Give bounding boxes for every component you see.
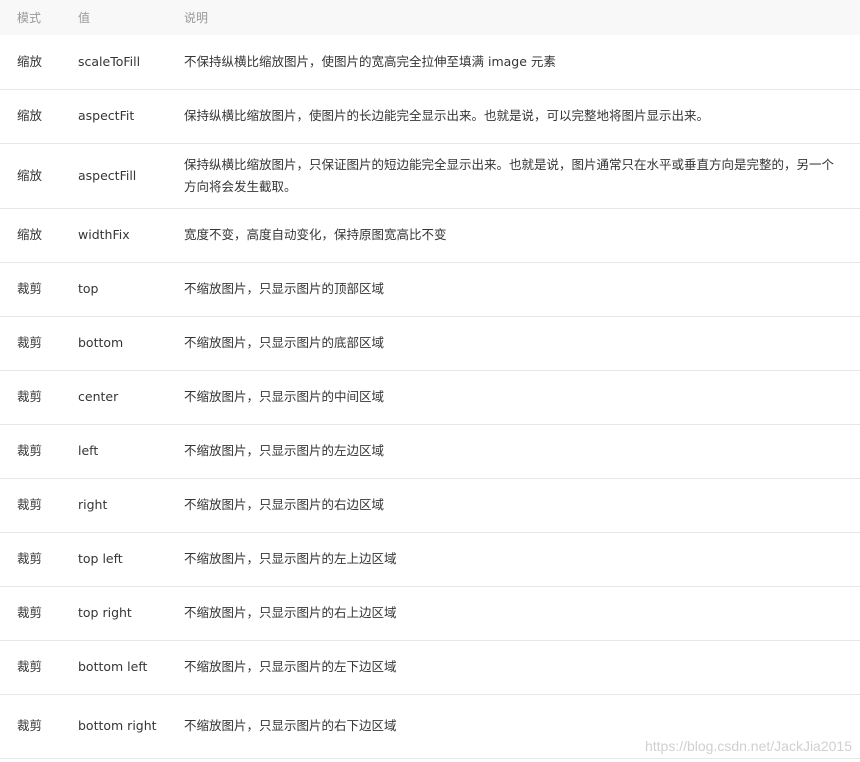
table-row: 缩放 scaleToFill 不保持纵横比缩放图片，使图片的宽高完全拉伸至填满 … [0,35,860,89]
cell-value: bottom [78,335,124,350]
cell-mode: 缩放 [17,53,43,69]
table-row: 缩放 widthFix 宽度不变，高度自动变化，保持原图宽高比不变 [0,208,860,262]
cell-value: scaleToFill [78,53,141,69]
cell-mode: 裁剪 [17,605,43,620]
cell-mode: 裁剪 [17,443,43,458]
cell-value: aspectFit [78,108,135,123]
cell-description: 不缩放图片，只显示图片的左上边区域 [184,551,397,566]
table-row: 裁剪 left 不缩放图片，只显示图片的左边区域 [0,424,860,478]
header-description: 说明 [184,11,209,25]
header-row: 模式 值 说明 [0,0,860,35]
table-row: 缩放 aspectFill 保持纵横比缩放图片，只保证图片的短边能完全显示出来。… [0,143,860,208]
cell-mode: 裁剪 [17,551,43,566]
watermark-text: https://blog.csdn.net/JackJia2015 [644,738,852,754]
cell-value: widthFix [78,227,130,242]
table-row: 裁剪 bottom 不缩放图片，只显示图片的底部区域 [0,316,860,370]
cell-description: 不缩放图片，只显示图片的左边区域 [184,443,385,458]
table-row: 裁剪 bottom left 不缩放图片，只显示图片的左下边区域 [0,640,860,694]
header-value: 值 [78,11,91,25]
cell-mode: 裁剪 [17,659,43,674]
cell-value: center [78,389,119,404]
cell-description: 不保持纵横比缩放图片，使图片的宽高完全拉伸至填满 image 元素 [184,53,556,69]
table-body: 缩放 scaleToFill 不保持纵横比缩放图片，使图片的宽高完全拉伸至填满 … [0,35,860,758]
cell-value: top left [78,551,123,566]
cell-value: bottom right [78,718,157,733]
cell-description: 保持纵横比缩放图片，使图片的长边能完全显示出来。也就是说，可以完整地将图片显示出… [184,108,710,123]
cell-description: 不缩放图片，只显示图片的右上边区域 [184,605,397,620]
cell-value: bottom left [78,659,148,674]
table-row: 裁剪 top left 不缩放图片，只显示图片的左上边区域 [0,532,860,586]
table-row: 缩放 aspectFit 保持纵横比缩放图片，使图片的长边能完全显示出来。也就是… [0,89,860,143]
cell-mode: 缩放 [17,227,43,242]
cell-description: 不缩放图片，只显示图片的底部区域 [184,335,385,350]
table-header: 模式 值 说明 [0,0,860,35]
cell-value: top [78,281,99,296]
cell-value: top right [78,605,132,620]
cell-description: 不缩放图片，只显示图片的顶部区域 [184,281,385,296]
cell-description: 不缩放图片，只显示图片的右边区域 [184,497,385,512]
cell-value: right [78,497,108,512]
cell-value: aspectFill [78,167,137,183]
cell-mode: 裁剪 [17,281,43,296]
cell-mode: 缩放 [17,167,43,183]
cell-mode: 缩放 [17,108,43,123]
cell-description: 宽度不变，高度自动变化，保持原图宽高比不变 [184,227,447,242]
table-row: 裁剪 right 不缩放图片，只显示图片的右边区域 [0,478,860,532]
cell-description: 不缩放图片，只显示图片的中间区域 [184,389,385,404]
cell-value: left [78,443,99,458]
table-row: 裁剪 top right 不缩放图片，只显示图片的右上边区域 [0,586,860,640]
image-mode-table: 模式 值 说明 缩放 scaleToFill 不保持纵横比缩放图片，使图片的宽高… [0,0,860,759]
table-row: 裁剪 center 不缩放图片，只显示图片的中间区域 [0,370,860,424]
cell-mode: 裁剪 [17,497,43,512]
cell-mode: 裁剪 [17,718,43,733]
table-row: 裁剪 top 不缩放图片，只显示图片的顶部区域 [0,262,860,316]
header-mode: 模式 [17,11,42,25]
cell-mode: 裁剪 [17,389,43,404]
cell-mode: 裁剪 [17,335,43,350]
cell-description: 保持纵横比缩放图片，只保证图片的短边能完全显示出来。也就是说，图片通常只在水平或… [184,156,835,194]
cell-description: 不缩放图片，只显示图片的左下边区域 [184,659,397,674]
